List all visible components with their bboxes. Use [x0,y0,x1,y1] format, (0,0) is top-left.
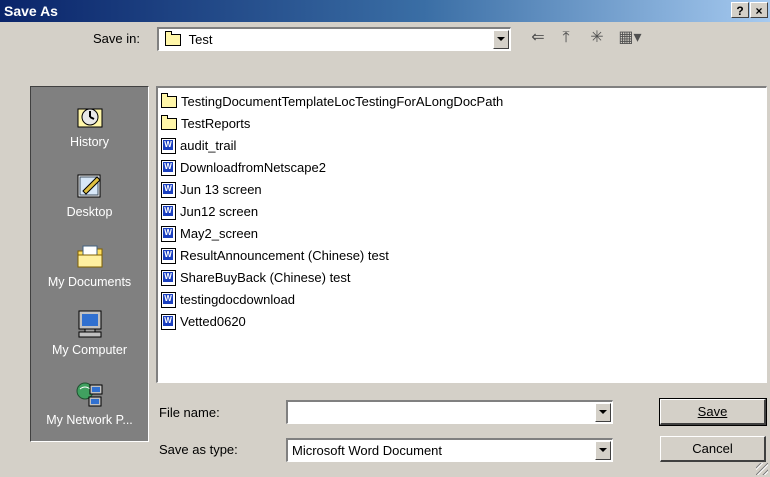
file-name: ResultAnnouncement (Chinese) test [180,248,389,263]
place-my-computer[interactable]: My Computer [31,309,148,357]
word-document-icon [161,291,176,308]
word-document-icon [161,203,176,220]
back-button[interactable]: ⇐ [528,29,548,47]
place-label: My Computer [51,343,128,357]
save-in-folder-name: Test [188,32,213,47]
list-item[interactable]: TestReports [161,113,250,135]
title-bar: Save As ? × [0,0,770,22]
file-name: TestingDocumentTemplateLocTestingForALon… [181,94,504,109]
window-title: Save As [4,3,58,19]
place-label: Desktop [66,205,113,219]
save-as-type-dropdown[interactable]: Microsoft Word Document [286,438,613,462]
file-name-label: File name: [159,405,220,420]
resize-grip[interactable] [756,463,768,475]
views-icon: ▦▾ [618,29,642,46]
new-folder-icon: ✳ [590,29,604,46]
close-button[interactable]: × [750,2,768,18]
my-network-places-icon [75,379,105,409]
save-button-label: Save [697,404,728,419]
folder-icon [161,92,177,108]
cancel-button[interactable]: Cancel [660,436,766,462]
list-item[interactable]: audit_trail [161,135,236,157]
word-document-icon [161,181,176,198]
up-one-level-button[interactable]: ⤒ [555,29,577,47]
place-label: My Network P... [46,413,133,427]
file-name: Vetted0620 [180,314,246,329]
list-item[interactable]: testingdocdownload [161,289,295,311]
list-item[interactable]: Vetted0620 [161,311,246,333]
place-label: History [70,135,109,149]
word-document-icon [161,159,176,176]
word-document-icon [161,313,176,330]
up-folder-icon: ⤒ [562,29,570,46]
word-document-icon [161,137,176,154]
file-name: audit_trail [180,138,237,153]
desktop-icon [75,171,105,201]
list-item[interactable]: May2_screen [161,223,258,245]
my-documents-icon [75,241,105,271]
word-document-icon [161,225,176,242]
place-label: My Documents [47,275,132,289]
folder-icon [165,30,181,46]
history-icon [75,101,105,131]
file-name-field[interactable] [286,400,613,424]
list-item[interactable]: Jun12 screen [161,201,258,223]
list-item[interactable]: ShareBuyBack (Chinese) test [161,267,351,289]
folder-icon [161,114,177,130]
save-button[interactable]: Save [659,398,767,426]
list-item[interactable]: DownloadfromNetscape2 [161,157,326,179]
chevron-down-icon[interactable] [595,441,611,460]
save-as-type-label: Save as type: [159,442,238,457]
help-icon: ? [736,4,744,18]
list-item[interactable]: TestingDocumentTemplateLocTestingForALon… [161,91,503,113]
close-icon: × [755,4,763,18]
save-in-label: Save in: [93,31,140,46]
my-computer-icon [75,309,105,339]
file-name: testingdocdownload [180,292,295,307]
list-item[interactable]: Jun 13 screen [161,179,262,201]
cancel-button-label: Cancel [692,441,733,456]
file-name: TestReports [181,116,251,131]
file-name: DownloadfromNetscape2 [180,160,326,175]
places-bar: History Desktop My Documents My Computer… [30,86,149,442]
create-new-folder-button[interactable]: ✳ [586,29,608,47]
place-my-network-places[interactable]: My Network P... [31,379,148,427]
file-name: ShareBuyBack (Chinese) test [180,270,351,285]
save-as-type-value: Microsoft Word Document [292,443,443,458]
file-name: Jun12 screen [180,204,259,219]
place-my-documents[interactable]: My Documents [31,241,148,289]
chevron-down-icon[interactable] [595,403,611,422]
help-button[interactable]: ? [731,2,749,18]
place-history[interactable]: History [31,101,148,149]
views-menu-button[interactable]: ▦▾ [613,29,647,47]
word-document-icon [161,269,176,286]
list-item[interactable]: ResultAnnouncement (Chinese) test [161,245,389,267]
file-list[interactable]: TestingDocumentTemplateLocTestingForALon… [156,86,767,383]
file-name: May2_screen [180,226,259,241]
back-arrow-icon: ⇐ [531,29,545,46]
save-in-dropdown[interactable]: Test [157,27,511,51]
word-document-icon [161,247,176,264]
chevron-down-icon[interactable] [493,30,509,49]
file-name: Jun 13 screen [180,182,262,197]
place-desktop[interactable]: Desktop [31,171,148,219]
